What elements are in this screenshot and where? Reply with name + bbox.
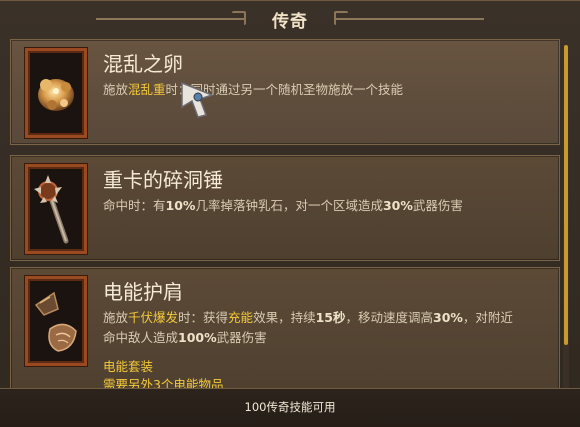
spiked-mace-icon [34, 175, 69, 244]
shoulder-armor-icon [34, 291, 77, 352]
legendary-item-mace[interactable]: 重卡的碎洞锤 命中时：有10%几率掉落钟乳石，对一个区域造成30%武器伤害 [10, 155, 560, 261]
desc-bold: 30% [382, 198, 413, 213]
item-name: 电能护肩 [103, 280, 183, 304]
item-frame [25, 48, 87, 138]
desc-bold: 100% [178, 330, 217, 345]
desc-highlight: 混乱重 [128, 82, 166, 97]
item-name: 混乱之卵 [103, 52, 183, 76]
desc-text: ，移动速度调高 [345, 310, 433, 325]
legendary-item-shoulders[interactable]: 电能护肩 施放千伏爆发时：获得充能效果，持续15秒，移动速度调高30%，对附近命… [10, 267, 560, 399]
desc-highlight: 充能 [228, 310, 254, 325]
footer-bar: 100传奇技能可用 [0, 388, 580, 427]
desc-text: 武器伤害 [412, 198, 463, 213]
legendary-count-status: 100传奇技能可用 [244, 400, 336, 414]
desc-highlight: 千伏爆发 [128, 310, 179, 325]
desc-text: 效果，持续 [253, 310, 316, 325]
scrollbar-thumb[interactable] [564, 45, 568, 345]
legendary-skills-panel: 传奇 混乱之卵 施放混乱重时：同时通过另一个随机圣物施放一个技能 重卡的碎洞锤 … [0, 0, 580, 427]
chaos-egg-icon [38, 79, 74, 111]
legendary-item-chaos-egg[interactable]: 混乱之卵 施放混乱重时：同时通过另一个随机圣物施放一个技能 [10, 39, 560, 145]
set-requirement: 需要另外3个电能物品 [103, 377, 224, 388]
desc-bold: 10% [165, 198, 196, 213]
set-name: 电能套装 [103, 359, 154, 374]
header-ornament-right [334, 11, 484, 27]
desc-bold: 15秒 [315, 310, 346, 325]
item-description: 命中时：有10%几率掉落钟乳石，对一个区域造成30%武器伤害 [103, 196, 523, 216]
cursor-pointer-icon [181, 81, 215, 118]
desc-text: 几率掉落钟乳石，对一个区域造成 [195, 198, 383, 213]
header-ornament-left [96, 11, 246, 27]
desc-text: 武器伤害 [216, 330, 267, 345]
item-frame [25, 276, 87, 366]
panel-header: 传奇 [0, 1, 580, 37]
desc-text: 施放 [103, 82, 129, 97]
desc-text: 命中时：有 [103, 198, 166, 213]
desc-bold: 30% [433, 310, 463, 325]
panel-title: 传奇 [272, 11, 308, 32]
item-frame [25, 164, 87, 254]
desc-text: 时：获得 [178, 310, 229, 325]
item-description: 施放混乱重时：同时通过另一个随机圣物施放一个技能 [103, 80, 523, 100]
desc-text: 施放 [103, 310, 129, 325]
item-description: 施放千伏爆发时：获得充能效果，持续15秒，移动速度调高30%，对附近命中敌人造成… [103, 308, 523, 348]
item-name: 重卡的碎洞锤 [103, 168, 223, 192]
